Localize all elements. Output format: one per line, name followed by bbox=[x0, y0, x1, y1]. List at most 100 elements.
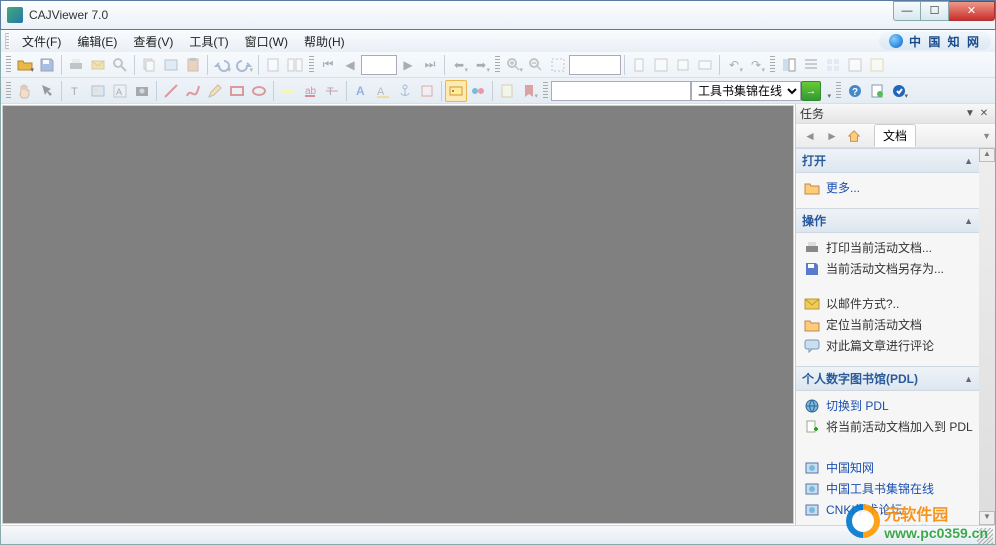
layout1-button[interactable] bbox=[262, 54, 284, 76]
pdl-add[interactable]: 将当前活动文档加入到 PDL bbox=[802, 416, 975, 437]
section-ops-header[interactable]: 操作▲ bbox=[796, 208, 979, 233]
link-toolbook[interactable]: 中国工具书集锦在线 bbox=[802, 478, 975, 499]
annotations-pane-button[interactable] bbox=[866, 54, 888, 76]
pencil-annot-button[interactable] bbox=[204, 80, 226, 102]
menu-window[interactable]: 窗口(W) bbox=[237, 31, 296, 52]
undo-button[interactable] bbox=[211, 54, 233, 76]
ocr-button[interactable]: A bbox=[109, 80, 131, 102]
strikeout-button[interactable]: T bbox=[321, 80, 343, 102]
hand-tool-button[interactable] bbox=[14, 80, 36, 102]
tasks-pane-button[interactable] bbox=[778, 54, 800, 76]
update-button[interactable] bbox=[866, 80, 888, 102]
minimize-button[interactable]: — bbox=[893, 1, 921, 21]
document-canvas[interactable] bbox=[2, 105, 794, 524]
open-more-link[interactable]: 更多... bbox=[802, 177, 975, 198]
zoom-in-button[interactable] bbox=[503, 54, 525, 76]
link-forum[interactable]: CNKI学术论坛 bbox=[802, 499, 975, 520]
ellipse-annot-button[interactable] bbox=[248, 80, 270, 102]
pdl-switch[interactable]: 切换到 PDL bbox=[802, 395, 975, 416]
actual-size-button[interactable] bbox=[672, 54, 694, 76]
ops-saveas[interactable]: 当前活动文档另存为... bbox=[802, 258, 975, 279]
link-annot-button[interactable]: A bbox=[372, 80, 394, 102]
stamp-annot-button[interactable] bbox=[416, 80, 438, 102]
menu-help[interactable]: 帮助(H) bbox=[296, 31, 353, 52]
thumbnails-pane-button[interactable] bbox=[822, 54, 844, 76]
save-button[interactable] bbox=[36, 54, 58, 76]
rotate-right-button[interactable]: ↷ bbox=[745, 54, 767, 76]
toolbar-grip[interactable] bbox=[6, 56, 11, 74]
mail-button[interactable] bbox=[87, 54, 109, 76]
link-dict[interactable]: CNKI英汉/汉英辞典 bbox=[802, 520, 975, 525]
close-button[interactable]: ✕ bbox=[949, 1, 995, 21]
toolbar-grip[interactable] bbox=[543, 82, 548, 100]
redo-button[interactable] bbox=[233, 54, 255, 76]
task-pane-tab[interactable]: 文档 bbox=[874, 124, 916, 147]
text-select-button[interactable]: T bbox=[65, 80, 87, 102]
section-open-header[interactable]: 打开▲ bbox=[796, 148, 979, 173]
search-options-button[interactable] bbox=[821, 80, 833, 102]
feedback-button[interactable] bbox=[888, 80, 910, 102]
image-select-button[interactable] bbox=[87, 80, 109, 102]
toolbar-grip[interactable] bbox=[836, 82, 841, 100]
toolbar-grip[interactable] bbox=[309, 56, 314, 74]
fit-width-button[interactable] bbox=[628, 54, 650, 76]
resize-grip[interactable] bbox=[977, 528, 993, 544]
zoom-out-button[interactable] bbox=[525, 54, 547, 76]
line-annot-button[interactable] bbox=[160, 80, 182, 102]
rect-annot-button[interactable] bbox=[226, 80, 248, 102]
menu-view[interactable]: 查看(V) bbox=[125, 31, 181, 52]
next-page-button[interactable]: ▶ bbox=[397, 54, 419, 76]
last-page-button[interactable]: ⏭ bbox=[419, 54, 441, 76]
task-pane-scrollbar[interactable]: ▲ ▼ bbox=[979, 148, 995, 525]
print-button[interactable] bbox=[65, 54, 87, 76]
prev-page-button[interactable]: ◀ bbox=[339, 54, 361, 76]
outline-pane-button[interactable] bbox=[800, 54, 822, 76]
ops-comment[interactable]: 对此篇文章进行评论 bbox=[802, 335, 975, 356]
nav-forward-button[interactable]: ➡ bbox=[470, 54, 492, 76]
page-number-input[interactable] bbox=[361, 55, 397, 75]
bookmark-button[interactable] bbox=[518, 80, 540, 102]
nav-back-icon[interactable]: ◄ bbox=[800, 126, 820, 146]
fit-height-button[interactable] bbox=[694, 54, 716, 76]
nav-home-icon[interactable] bbox=[844, 126, 864, 146]
reference-button[interactable] bbox=[467, 80, 489, 102]
search-go-button[interactable]: → bbox=[801, 81, 821, 101]
nav-back-button[interactable]: ⬅ bbox=[448, 54, 470, 76]
copy-image-button[interactable] bbox=[160, 54, 182, 76]
curve-annot-button[interactable] bbox=[182, 80, 204, 102]
menu-edit[interactable]: 编辑(E) bbox=[69, 31, 125, 52]
task-pane-tab-dropdown[interactable]: ▼ bbox=[982, 131, 991, 141]
anchor-annot-button[interactable] bbox=[394, 80, 416, 102]
arrow-tool-button[interactable] bbox=[36, 80, 58, 102]
ops-print[interactable]: 打印当前活动文档... bbox=[802, 237, 975, 258]
search-term-input[interactable] bbox=[551, 81, 691, 101]
highlight-button[interactable] bbox=[277, 80, 299, 102]
copy-button[interactable] bbox=[138, 54, 160, 76]
note-button[interactable] bbox=[496, 80, 518, 102]
link-cnki[interactable]: 中国知网 bbox=[802, 457, 975, 478]
toolbar-grip[interactable] bbox=[495, 56, 500, 74]
toolbar-grip[interactable] bbox=[770, 56, 775, 74]
menu-file[interactable]: 文件(F) bbox=[14, 31, 69, 52]
maximize-button[interactable]: ☐ bbox=[921, 1, 949, 21]
toolbar-grip[interactable] bbox=[6, 82, 11, 100]
rotate-left-button[interactable]: ↶ bbox=[723, 54, 745, 76]
text-annot-button[interactable]: A bbox=[350, 80, 372, 102]
ops-locate[interactable]: 定位当前活动文档 bbox=[802, 314, 975, 335]
section-pdl-header[interactable]: 个人数字图书馆(PDL)▲ bbox=[796, 366, 979, 391]
underline-button[interactable]: ab bbox=[299, 80, 321, 102]
snapshot-button[interactable] bbox=[131, 80, 153, 102]
menu-tool[interactable]: 工具(T) bbox=[181, 31, 236, 52]
help-button[interactable]: ? bbox=[844, 80, 866, 102]
brand-badge[interactable]: 中 国 知 网 bbox=[879, 32, 991, 50]
task-pane-pin-button[interactable]: ▼ bbox=[963, 108, 977, 119]
search-source-select[interactable]: 工具书集锦在线 bbox=[691, 81, 801, 101]
paste-button[interactable] bbox=[182, 54, 204, 76]
nav-forward-icon[interactable]: ► bbox=[822, 126, 842, 146]
layout2-button[interactable] bbox=[284, 54, 306, 76]
bookmarks-pane-button[interactable] bbox=[844, 54, 866, 76]
task-pane-close-button[interactable]: ✕ bbox=[977, 108, 991, 119]
first-page-button[interactable]: ⏮ bbox=[317, 54, 339, 76]
search-doc-button[interactable] bbox=[109, 54, 131, 76]
ops-mail[interactable]: 以邮件方式?.. bbox=[802, 293, 975, 314]
